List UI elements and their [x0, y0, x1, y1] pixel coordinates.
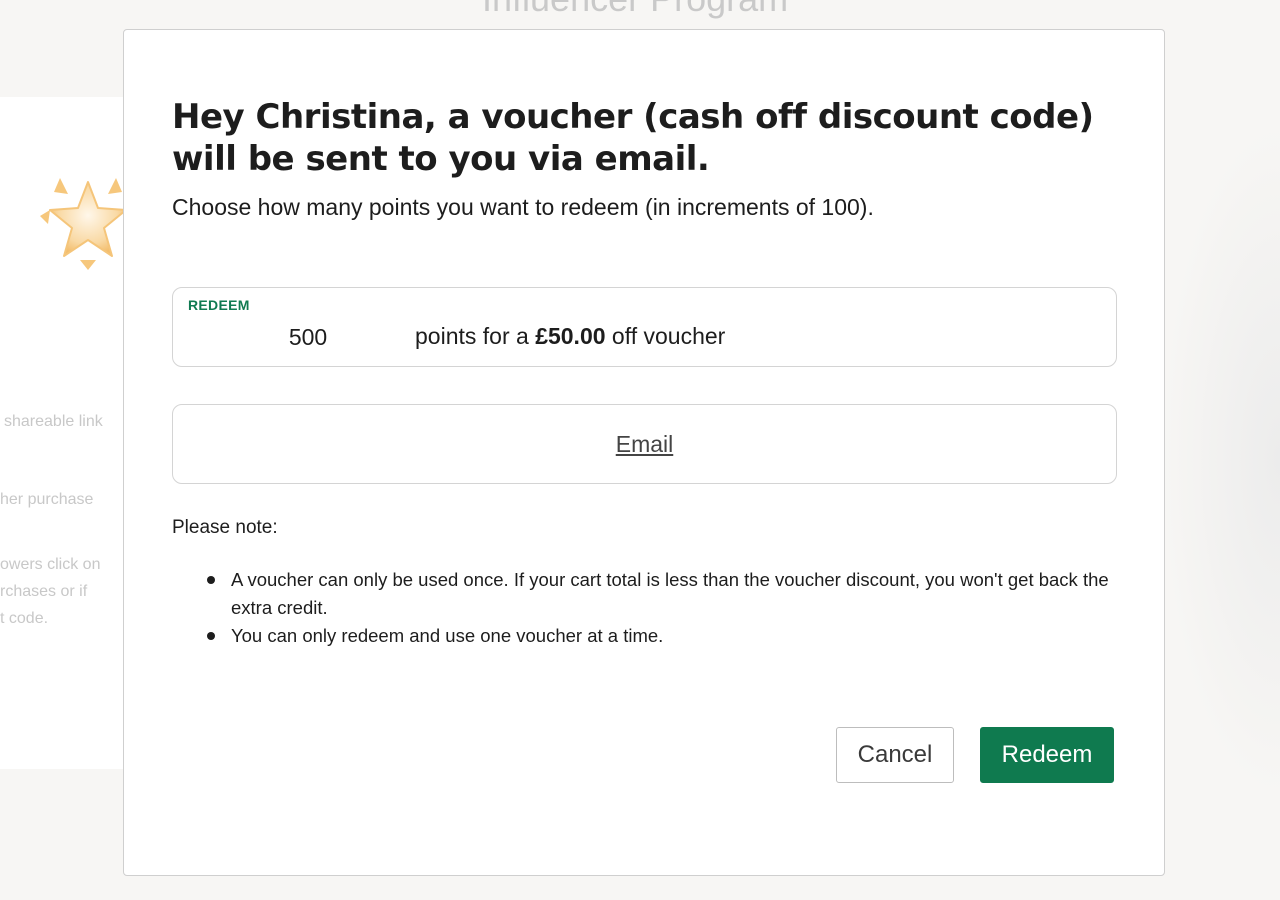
points-input[interactable] [233, 320, 383, 354]
background-text: shareable link [4, 413, 103, 430]
voucher-text-after: off voucher [605, 323, 726, 349]
cancel-button[interactable]: Cancel [836, 727, 954, 783]
background-page-title: Influencer Program [482, 0, 788, 20]
redeem-voucher-dialog: Hey Christina, a voucher (cash off disco… [123, 29, 1165, 876]
background-text-block: owers click on rchases or if t code. [0, 551, 100, 632]
delivery-method-box: Email [172, 404, 1117, 484]
background-text: owers click on [0, 556, 101, 573]
redeem-field-label: REDEEM [188, 297, 250, 313]
notes-list: A voucher can only be used once. If your… [172, 566, 1132, 650]
dialog-subheading: Choose how many points you want to redee… [172, 194, 874, 220]
voucher-value-text: points for a £50.00 off voucher [415, 323, 725, 350]
note-title: Please note: [172, 517, 278, 538]
star-icon [40, 178, 127, 270]
list-item: You can only redeem and use one voucher … [207, 622, 1132, 650]
voucher-amount: £50.00 [535, 323, 606, 349]
background-text: t code. [0, 610, 49, 627]
background-text: rchases or if [0, 583, 88, 600]
voucher-text-before: points for a [415, 323, 536, 349]
list-item: A voucher can only be used once. If your… [207, 566, 1132, 622]
email-link[interactable]: Email [616, 431, 674, 458]
background-text: her purchase [0, 491, 94, 508]
redeem-button[interactable]: Redeem [980, 727, 1114, 783]
dialog-heading: Hey Christina, a voucher (cash off disco… [172, 97, 1094, 179]
redeem-points-field: REDEEM points for a £50.00 off voucher [172, 287, 1117, 367]
background-glow [1160, 120, 1280, 800]
